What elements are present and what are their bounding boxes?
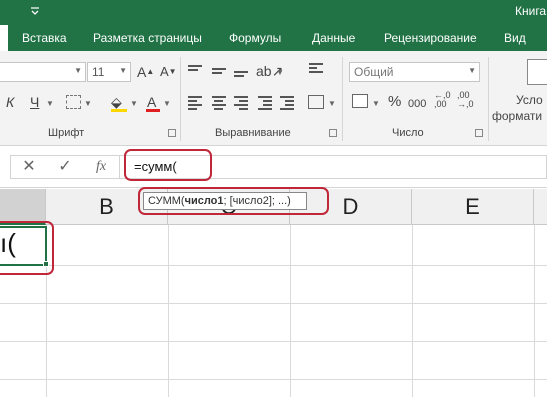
chevron-down-icon[interactable] <box>27 3 43 19</box>
number-format-value: Общий <box>354 65 394 79</box>
column-header-a[interactable] <box>0 189 46 225</box>
thousands-separator-button[interactable]: 000 <box>408 95 426 113</box>
fill-color-bar <box>111 109 127 112</box>
number-group-label: Число <box>392 127 424 139</box>
tooltip-highlight-box <box>138 187 329 215</box>
cell-highlight-box <box>0 221 54 275</box>
tab-data[interactable]: Данные <box>312 25 355 51</box>
cell-grid[interactable] <box>0 225 547 397</box>
chevron-down-icon[interactable]: ▼ <box>328 95 336 113</box>
align-top-icon[interactable] <box>188 65 202 73</box>
wrap-text-icon[interactable] <box>309 63 323 75</box>
shrink-font-icon: A <box>160 64 169 79</box>
grid-line <box>0 379 547 380</box>
grid-line <box>0 303 547 304</box>
borders-icon[interactable] <box>66 95 81 109</box>
group-separator <box>180 57 181 141</box>
enter-icon[interactable]: ✓ <box>55 158 75 176</box>
italic-button[interactable]: К <box>6 93 14 111</box>
chevron-down-icon[interactable]: ▼ <box>46 95 54 113</box>
align-middle-icon[interactable] <box>212 68 226 76</box>
number-dialog-launcher-icon[interactable] <box>475 129 483 137</box>
font-size-value: 11 <box>92 65 105 79</box>
ribbon: ▼ 11 ▼ A▲ A▼ К Ч ▼ ▼ ⬙ ▼ A ▼ Шрифт ab↗ ▼… <box>0 51 547 146</box>
column-header-e[interactable]: E <box>412 189 534 225</box>
chevron-down-icon[interactable]: ▼ <box>130 95 138 113</box>
percent-button[interactable]: % <box>388 93 401 111</box>
tab-insert[interactable]: Вставка <box>22 25 67 51</box>
group-separator <box>342 57 343 141</box>
underline-button[interactable]: Ч <box>30 93 39 111</box>
chevron-down-icon[interactable]: ▼ <box>163 95 171 113</box>
tab-formulas[interactable]: Формулы <box>229 25 281 51</box>
grid-line <box>534 225 535 397</box>
alignment-group-label: Выравнивание <box>215 127 291 139</box>
grid-line <box>168 225 169 397</box>
align-center-icon[interactable] <box>212 96 226 112</box>
font-size-dropdown[interactable]: 11 ▼ <box>87 62 131 82</box>
grow-font-icon: A <box>137 64 147 80</box>
grid-line <box>0 341 547 342</box>
conditional-formatting-label-2[interactable]: формати <box>492 107 542 125</box>
tab-view[interactable]: Вид <box>504 25 526 51</box>
chevron-down-icon[interactable]: ▼ <box>372 95 380 113</box>
formula-bar: ✕ ✓ fx =сумм( <box>0 146 547 188</box>
number-format-dropdown[interactable]: Общий ▼ <box>349 62 480 82</box>
font-dialog-launcher-icon[interactable] <box>168 129 176 137</box>
formula-highlight-box <box>124 149 212 181</box>
align-right-icon[interactable] <box>234 96 248 112</box>
grid-line <box>0 265 547 266</box>
tab-active-edge[interactable] <box>0 25 8 51</box>
font-name-dropdown[interactable]: ▼ <box>0 62 86 82</box>
insert-function-icon[interactable]: fx <box>91 158 111 176</box>
formula-buttons: ✕ ✓ fx <box>10 155 120 179</box>
chevron-down-icon: ▼ <box>74 66 82 75</box>
align-left-icon[interactable] <box>188 96 202 112</box>
increase-decimal-icon[interactable]: ←,0,00 <box>434 91 451 109</box>
increase-indent-icon[interactable] <box>280 96 294 112</box>
decrease-decimal-icon[interactable]: ,00 →,0 <box>457 91 474 109</box>
currency-icon[interactable] <box>352 94 368 108</box>
chevron-down-icon: ▼ <box>468 66 476 75</box>
alignment-dialog-launcher-icon[interactable] <box>329 129 337 137</box>
title-bar: Книга <box>0 0 547 25</box>
font-group-label: Шрифт <box>48 127 85 139</box>
font-color-bar <box>146 109 160 112</box>
decrease-indent-icon[interactable] <box>258 96 272 112</box>
conditional-formatting-icon[interactable] <box>527 59 547 85</box>
chevron-down-icon[interactable]: ▼ <box>84 95 92 113</box>
window-title: Книга <box>515 4 547 18</box>
tab-review[interactable]: Рецензирование <box>384 25 477 51</box>
grid-line <box>412 225 413 397</box>
cancel-icon[interactable]: ✕ <box>19 158 39 176</box>
merge-center-icon[interactable] <box>308 95 324 109</box>
chevron-down-icon[interactable]: ▼ <box>276 64 284 82</box>
chevron-down-icon: ▼ <box>119 66 127 75</box>
ribbon-tabs: Вставка Разметка страницы Формулы Данные… <box>0 25 547 51</box>
grid-line <box>290 225 291 397</box>
group-separator <box>488 57 489 141</box>
align-bottom-icon[interactable] <box>234 71 248 79</box>
shrink-font-button[interactable]: A▼ <box>160 63 177 81</box>
grow-font-button[interactable]: A▲ <box>137 63 154 81</box>
tab-page-layout[interactable]: Разметка страницы <box>93 25 202 51</box>
